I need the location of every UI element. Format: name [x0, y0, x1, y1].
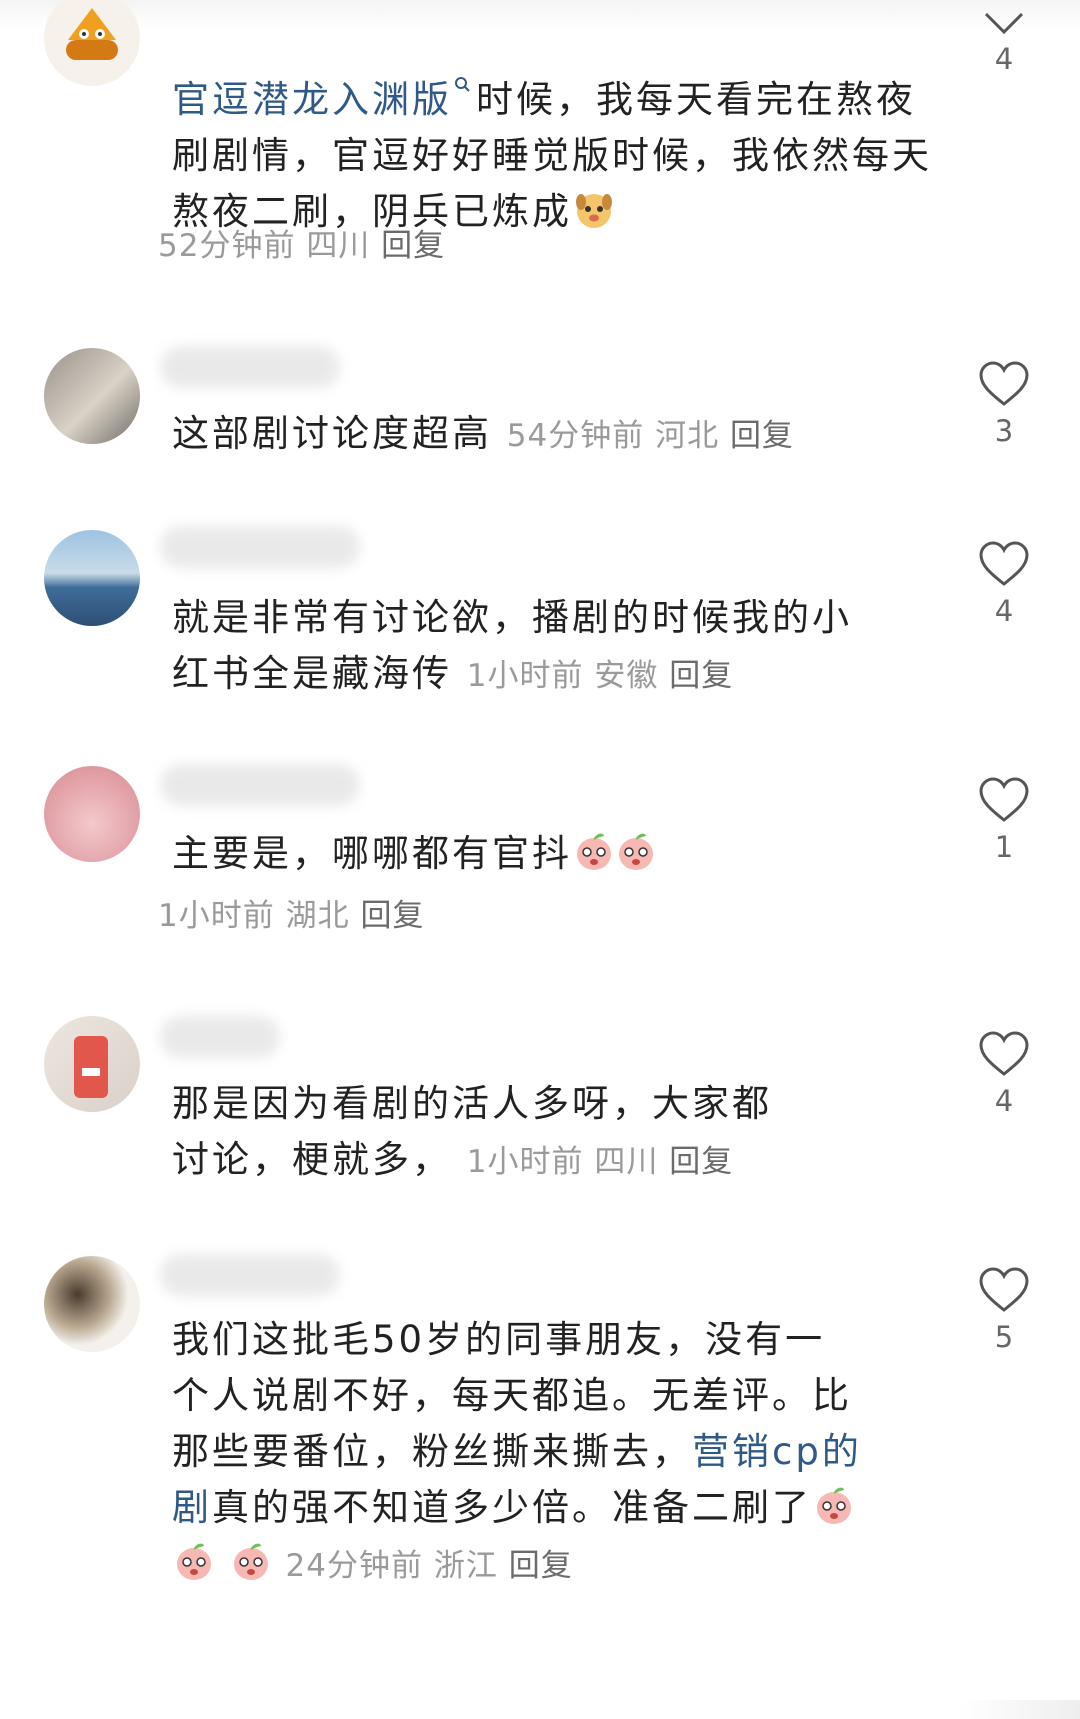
heart-outline-icon — [979, 1031, 1029, 1076]
timestamp: 54分钟前 — [506, 418, 645, 454]
search-icon — [454, 52, 470, 92]
reply-button[interactable]: 回复 — [381, 228, 445, 264]
avatar[interactable] — [44, 766, 140, 862]
region: 浙江 — [433, 1548, 498, 1584]
reply-button[interactable]: 回复 — [669, 1144, 733, 1180]
peach-face-emoji — [616, 830, 656, 872]
reply-button[interactable]: 回复 — [669, 658, 733, 694]
comment-text: 官逗潜龙入渊版 时候，我每天看完在熬夜刷剧情，官逗好好睡觉版时候，我依然每天熬夜二… — [172, 52, 942, 240]
peach-face-emoji — [174, 1540, 214, 1582]
comment-text: 就是非常有讨论欲，播剧的时候我的小红书全是藏海传 1小时前 安徽 回复 — [172, 590, 852, 704]
comment-text: 那是因为看剧的活人多呀，大家都讨论，梗就多， 1小时前 四川 回复 — [172, 1076, 792, 1190]
region: 四川 — [306, 228, 371, 264]
scroll-edge — [960, 1700, 1080, 1719]
like-count: 4 — [994, 594, 1014, 628]
avatar[interactable] — [44, 1256, 140, 1352]
like-button[interactable]: 3 — [972, 360, 1036, 448]
like-button[interactable]: 1 — [972, 776, 1036, 864]
heart-outline-icon — [979, 1267, 1029, 1312]
region: 四川 — [594, 1144, 659, 1180]
username-blurred — [160, 346, 340, 388]
like-button[interactable]: 5 — [972, 1266, 1036, 1354]
like-button[interactable]: 4 — [972, 10, 1036, 76]
peach-face-emoji — [231, 1540, 271, 1582]
comment-body-end: 真的强不知道多少倍。准备二刷了 — [212, 1486, 812, 1529]
comment-meta: 54分钟前 河北 回复 — [507, 418, 794, 454]
comment-body: 主要是，哪哪都有官抖 — [172, 832, 572, 875]
comment-text: 这部剧讨论度超高 54分钟前 河北 回复 — [172, 406, 852, 464]
avatar[interactable] — [44, 530, 140, 626]
like-count: 4 — [994, 42, 1014, 76]
like-count: 1 — [994, 830, 1014, 864]
like-count: 4 — [994, 1084, 1014, 1118]
like-count: 5 — [994, 1320, 1014, 1354]
heart-outline-icon — [979, 541, 1029, 586]
avatar[interactable] — [44, 348, 140, 444]
timestamp: 1小时前 — [466, 658, 584, 694]
username-blurred — [160, 1254, 340, 1296]
region: 河北 — [655, 418, 720, 454]
reply-button[interactable]: 回复 — [730, 418, 794, 454]
timestamp: 24分钟前 — [285, 1548, 423, 1584]
peach-face-emoji — [814, 1484, 854, 1526]
like-button[interactable]: 4 — [972, 1030, 1036, 1118]
comment-body: 这部剧讨论度超高 — [172, 412, 492, 455]
comment-meta: 52分钟前 四川 回复 — [158, 220, 445, 265]
timestamp: 1小时前 — [158, 898, 275, 934]
reply-button[interactable]: 回复 — [360, 898, 424, 934]
reply-button[interactable]: 回复 — [509, 1548, 573, 1584]
avatar[interactable] — [44, 1016, 140, 1112]
heart-outline-icon — [979, 361, 1029, 406]
like-button[interactable]: 4 — [972, 540, 1036, 628]
username-blurred — [160, 526, 360, 568]
comment-meta: 1小时前 四川 回复 — [467, 1144, 733, 1180]
comment-meta: 1小时前 湖北 回复 — [158, 890, 424, 935]
like-count: 3 — [994, 414, 1014, 448]
comment-text: 主要是，哪哪都有官抖 — [172, 826, 942, 882]
timestamp: 52分钟前 — [158, 228, 296, 264]
username-blurred — [160, 764, 360, 806]
username-blurred — [160, 1016, 280, 1058]
avatar[interactable] — [44, 0, 140, 86]
comment-meta: 24分钟前 浙江 回复 — [286, 1548, 573, 1584]
comment-text: 我们这批毛50岁的同事朋友，没有一个人说剧不好，每天都追。无差评。比那些要番位，… — [172, 1312, 862, 1594]
timestamp: 1小时前 — [466, 1144, 584, 1180]
peach-face-emoji — [574, 830, 614, 872]
top-fade — [0, 0, 1080, 30]
heart-outline-icon — [979, 777, 1029, 822]
comment-meta: 1小时前 安徽 回复 — [467, 658, 733, 694]
region: 湖北 — [285, 898, 350, 934]
chevron-down-icon — [984, 12, 1024, 35]
topic-link[interactable]: 官逗潜龙入渊版 — [172, 78, 452, 121]
region: 安徽 — [594, 658, 659, 694]
dog-face-emoji — [574, 188, 614, 230]
